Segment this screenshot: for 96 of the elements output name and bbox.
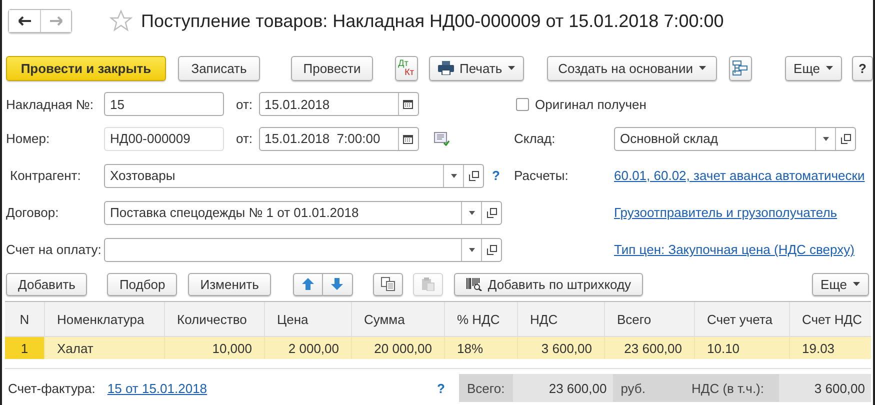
open-window-icon — [468, 170, 478, 180]
menu-button[interactable]: Еще — [812, 272, 869, 296]
table-cell: 10.10 — [695, 337, 790, 359]
document-check-icon[interactable] — [434, 132, 450, 146]
vat-value: 3 600,00 — [779, 374, 871, 402]
table-button[interactable]: Изменить — [188, 272, 271, 296]
open-window-icon — [486, 208, 496, 218]
table-cell: 23 600,00 — [605, 337, 695, 359]
arrow-down-icon — [331, 278, 344, 290]
barcode-button[interactable]: Добавить по штрихкоду — [454, 272, 644, 296]
calendar-icon — [403, 134, 414, 144]
arrow-up-icon — [302, 278, 314, 290]
input-field[interactable]: 15 — [104, 92, 224, 116]
field-label: от: — [236, 96, 253, 112]
date-field[interactable]: 15.01.2018 7:00:00 — [258, 126, 419, 150]
copy-button[interactable] — [372, 272, 403, 296]
form-link[interactable]: Грузоотправитель и грузополучатель — [614, 205, 838, 220]
select-field[interactable] — [104, 238, 502, 262]
structure-icon — [732, 60, 748, 76]
input-field[interactable]: НД00-000009 — [104, 126, 224, 150]
column-header[interactable]: Номенклатура — [45, 302, 165, 336]
column-header[interactable]: Счет НДС — [790, 302, 870, 336]
help-link[interactable]: ? — [437, 380, 445, 396]
invoice-label: Счет-фактура: — [8, 380, 96, 396]
column-header[interactable]: Всего — [605, 302, 695, 336]
caret-icon — [853, 282, 860, 286]
printer-icon — [438, 61, 454, 75]
field-label: Договор: — [6, 205, 60, 220]
field-label: Склад: — [514, 131, 556, 146]
open-window-icon — [840, 134, 850, 144]
paste-icon — [420, 277, 435, 291]
checkbox-label[interactable]: Оригинал получен — [535, 96, 646, 112]
move-up-button[interactable] — [292, 272, 323, 296]
table-cell: 3 600,00 — [518, 337, 605, 359]
table-cell: 20 000,00 — [352, 337, 445, 359]
field-label: Счет на оплату: — [6, 242, 102, 257]
table-cell: 18% — [445, 337, 518, 359]
menu-button[interactable]: Создать на основании — [547, 56, 717, 80]
caret-icon — [450, 174, 456, 178]
column-header[interactable]: N — [5, 302, 45, 336]
toolbar-button[interactable]: Записать — [178, 56, 260, 80]
field-label: Накладная №: — [6, 96, 94, 112]
caret-icon — [468, 210, 474, 214]
menu-button[interactable]: Еще — [784, 56, 842, 80]
settlements-link[interactable]: 60.01, 60.02, зачет аванса автоматически — [614, 168, 865, 183]
help-link[interactable]: ? — [492, 168, 500, 183]
checkbox[interactable] — [516, 98, 529, 110]
column-header[interactable]: Количество — [165, 302, 265, 336]
open-window-icon — [486, 244, 496, 254]
structure-button[interactable] — [729, 56, 752, 80]
back-button[interactable] — [9, 10, 40, 32]
debit-credit-button[interactable]: Дт Кт — [395, 56, 418, 80]
column-header[interactable]: Счет учета — [695, 302, 790, 336]
caret-icon — [508, 66, 516, 70]
table-button[interactable]: Добавить — [6, 272, 88, 296]
arrow-left-icon — [18, 16, 32, 26]
field-label: Номер: — [6, 131, 51, 146]
invoice-link[interactable]: 15 от 15.01.2018 — [107, 380, 208, 396]
form-link[interactable]: Тип цен: Закупочная цена (НДС сверху) — [614, 242, 854, 257]
select-field[interactable]: Хозтовары — [104, 164, 484, 188]
caret-icon — [822, 136, 828, 140]
total-value: 23 600,00 — [512, 374, 613, 402]
calendar-icon — [403, 99, 414, 109]
column-header[interactable]: НДС — [518, 302, 605, 336]
caret-icon — [826, 66, 833, 70]
field-label: Контрагент: — [9, 168, 82, 183]
table-button[interactable]: Подбор — [107, 272, 178, 296]
field-label: от: — [236, 131, 253, 146]
table-cell: 10,000 — [165, 337, 265, 359]
vat-label: НДС (в т.ч.): — [690, 380, 765, 396]
table-cell: 2 000,00 — [265, 337, 352, 359]
caret-icon — [699, 66, 706, 70]
table-cell: 1 — [5, 337, 45, 359]
arrow-right-icon — [49, 16, 63, 26]
star-icon[interactable] — [109, 9, 133, 33]
toolbar-button[interactable]: Провести — [291, 56, 373, 80]
date-field[interactable]: 15.01.2018 — [258, 92, 419, 116]
barcode-icon — [466, 278, 482, 290]
select-field[interactable]: Поставка спецодежды № 1 от 01.01.2018 — [104, 200, 502, 224]
table-cell-text: 19.03 — [801, 340, 836, 358]
window-title: Поступление товаров: Накладная НД00-000009 от 15.01.2018 7:00:00 — [141, 10, 724, 32]
column-header[interactable]: Цена — [265, 302, 352, 336]
caret-icon — [468, 248, 474, 252]
post-and-close-button[interactable]: Провести и закрыть — [6, 56, 166, 80]
move-down-button[interactable] — [322, 272, 353, 296]
table-cell: Халат — [45, 337, 165, 359]
field-label: Расчеты: — [514, 168, 570, 183]
currency-label: руб. — [620, 380, 646, 396]
toolbar-button[interactable]: ? — [852, 56, 873, 80]
total-label: Всего: — [466, 380, 506, 396]
copy-icon — [380, 277, 395, 291]
column-header[interactable]: % НДС — [445, 302, 518, 336]
print-button[interactable]: Печать — [428, 56, 524, 80]
table-row[interactable]: 1 Халат 10,000 2 000,00 20 000,00 18% 3 600,00 23 600,00 10.10 19.03 — [5, 337, 871, 359]
select-field[interactable]: Основной склад — [614, 126, 856, 150]
column-header[interactable]: Сумма — [352, 302, 445, 336]
